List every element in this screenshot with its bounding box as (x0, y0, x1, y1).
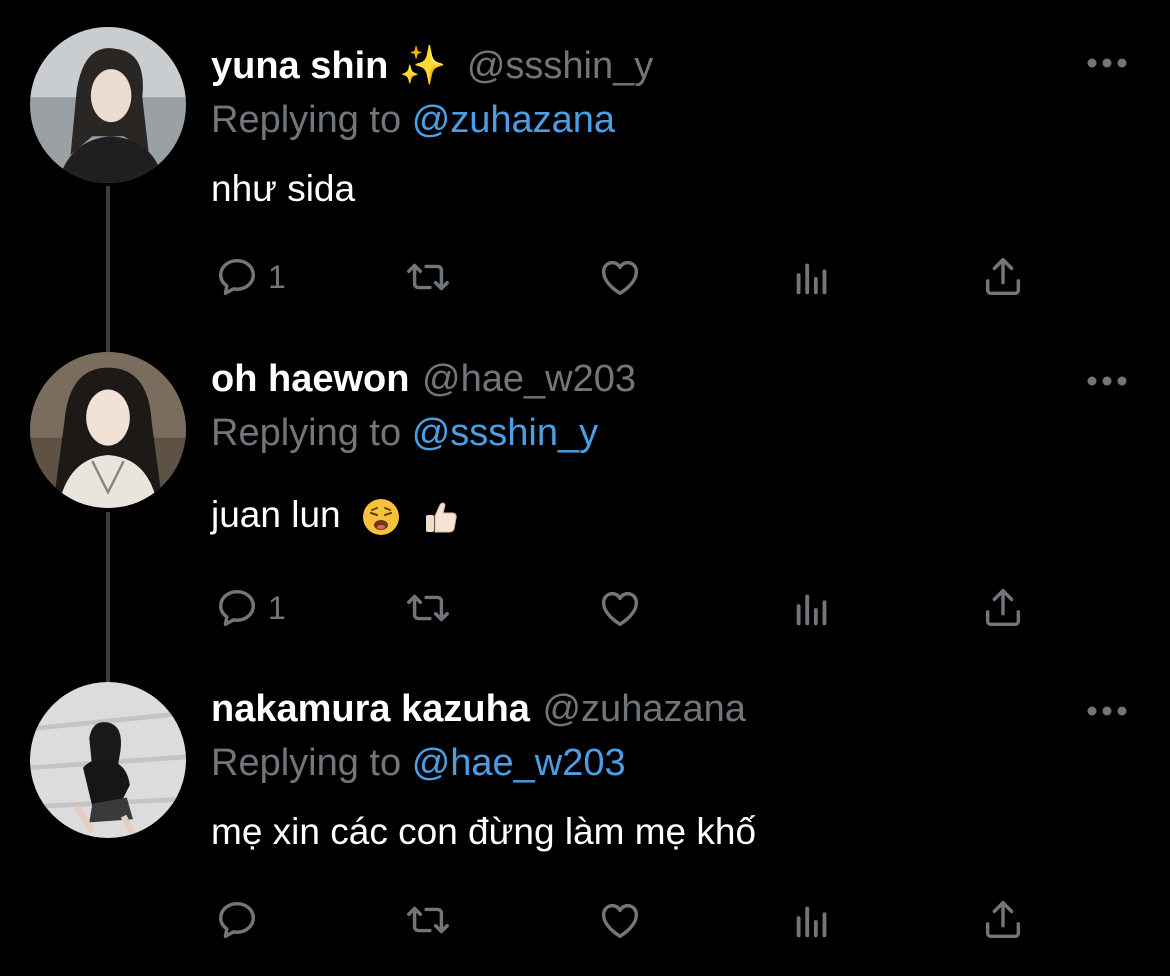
retweet-button[interactable] (405, 252, 451, 302)
tweet-text: juan lun (211, 494, 341, 535)
thumbs-up-icon (426, 502, 457, 533)
display-name[interactable]: nakamura kazuha (211, 688, 530, 730)
retweet-button[interactable] (405, 895, 451, 945)
more-icon[interactable] (1086, 704, 1128, 716)
retweet-icon (407, 263, 449, 291)
reply-icon (218, 258, 256, 296)
replying-to: Replying to @ssshin_y (211, 412, 598, 455)
analytics-button[interactable] (789, 583, 835, 633)
share-button[interactable] (980, 252, 1026, 302)
replying-label: Replying to (211, 412, 402, 454)
share-button[interactable] (980, 583, 1026, 633)
avatar-photo (30, 682, 186, 838)
mention-link[interactable]: @zuhazana (412, 99, 615, 141)
reply-count: 1 (268, 589, 286, 626)
action-bar: 1 (0, 252, 1170, 302)
like-icon (601, 591, 639, 627)
weary-face-icon (362, 499, 399, 536)
like-button[interactable] (597, 583, 643, 633)
sparkles-emoji: ✨ (398, 45, 447, 87)
display-name[interactable]: yuna shin (211, 45, 388, 87)
retweet-icon (407, 594, 449, 622)
reply-icon (218, 901, 256, 939)
mention-link[interactable]: @ssshin_y (412, 412, 598, 454)
reply-button[interactable] (214, 895, 268, 945)
analytics-icon (796, 906, 827, 938)
retweet-icon (407, 906, 449, 934)
analytics-button[interactable] (789, 252, 835, 302)
like-icon (601, 260, 639, 296)
like-button[interactable] (597, 252, 643, 302)
reply-button[interactable]: 1 (214, 252, 286, 302)
avatar[interactable] (30, 352, 186, 508)
user-handle[interactable]: @zuhazana (542, 688, 745, 730)
user-handle[interactable]: @ssshin_y (467, 45, 653, 87)
display-name[interactable]: oh haewon (211, 358, 409, 400)
avatar[interactable] (30, 682, 186, 838)
share-icon (985, 589, 1021, 627)
replying-to: Replying to @hae_w203 (211, 742, 626, 785)
analytics-icon (796, 594, 827, 626)
more-icon[interactable] (1086, 56, 1128, 68)
avatar-photo (30, 27, 186, 183)
avatar-photo (30, 352, 186, 508)
tweet-text: mẹ xin các con đừng làm mẹ khố (211, 811, 757, 852)
action-bar (0, 895, 1170, 945)
share-icon (985, 258, 1021, 296)
action-bar: 1 (0, 583, 1170, 633)
avatar[interactable] (30, 27, 186, 183)
like-button[interactable] (597, 895, 643, 945)
user-handle[interactable]: @hae_w203 (422, 358, 636, 400)
more-icon[interactable] (1086, 374, 1128, 386)
reply-icon (218, 589, 256, 627)
replying-label: Replying to (211, 742, 402, 784)
share-icon (985, 901, 1021, 939)
analytics-icon (796, 263, 827, 295)
analytics-button[interactable] (789, 895, 835, 945)
mention-link[interactable]: @hae_w203 (412, 742, 626, 784)
replying-to: Replying to @zuhazana (211, 99, 615, 142)
retweet-button[interactable] (405, 583, 451, 633)
tweet-text: như sida (211, 168, 356, 209)
reply-button[interactable]: 1 (214, 583, 286, 633)
reply-count: 1 (268, 258, 286, 295)
tweet-text-container: juan lun (211, 494, 461, 537)
share-button[interactable] (980, 895, 1026, 945)
like-icon (601, 903, 639, 939)
replying-label: Replying to (211, 99, 402, 141)
